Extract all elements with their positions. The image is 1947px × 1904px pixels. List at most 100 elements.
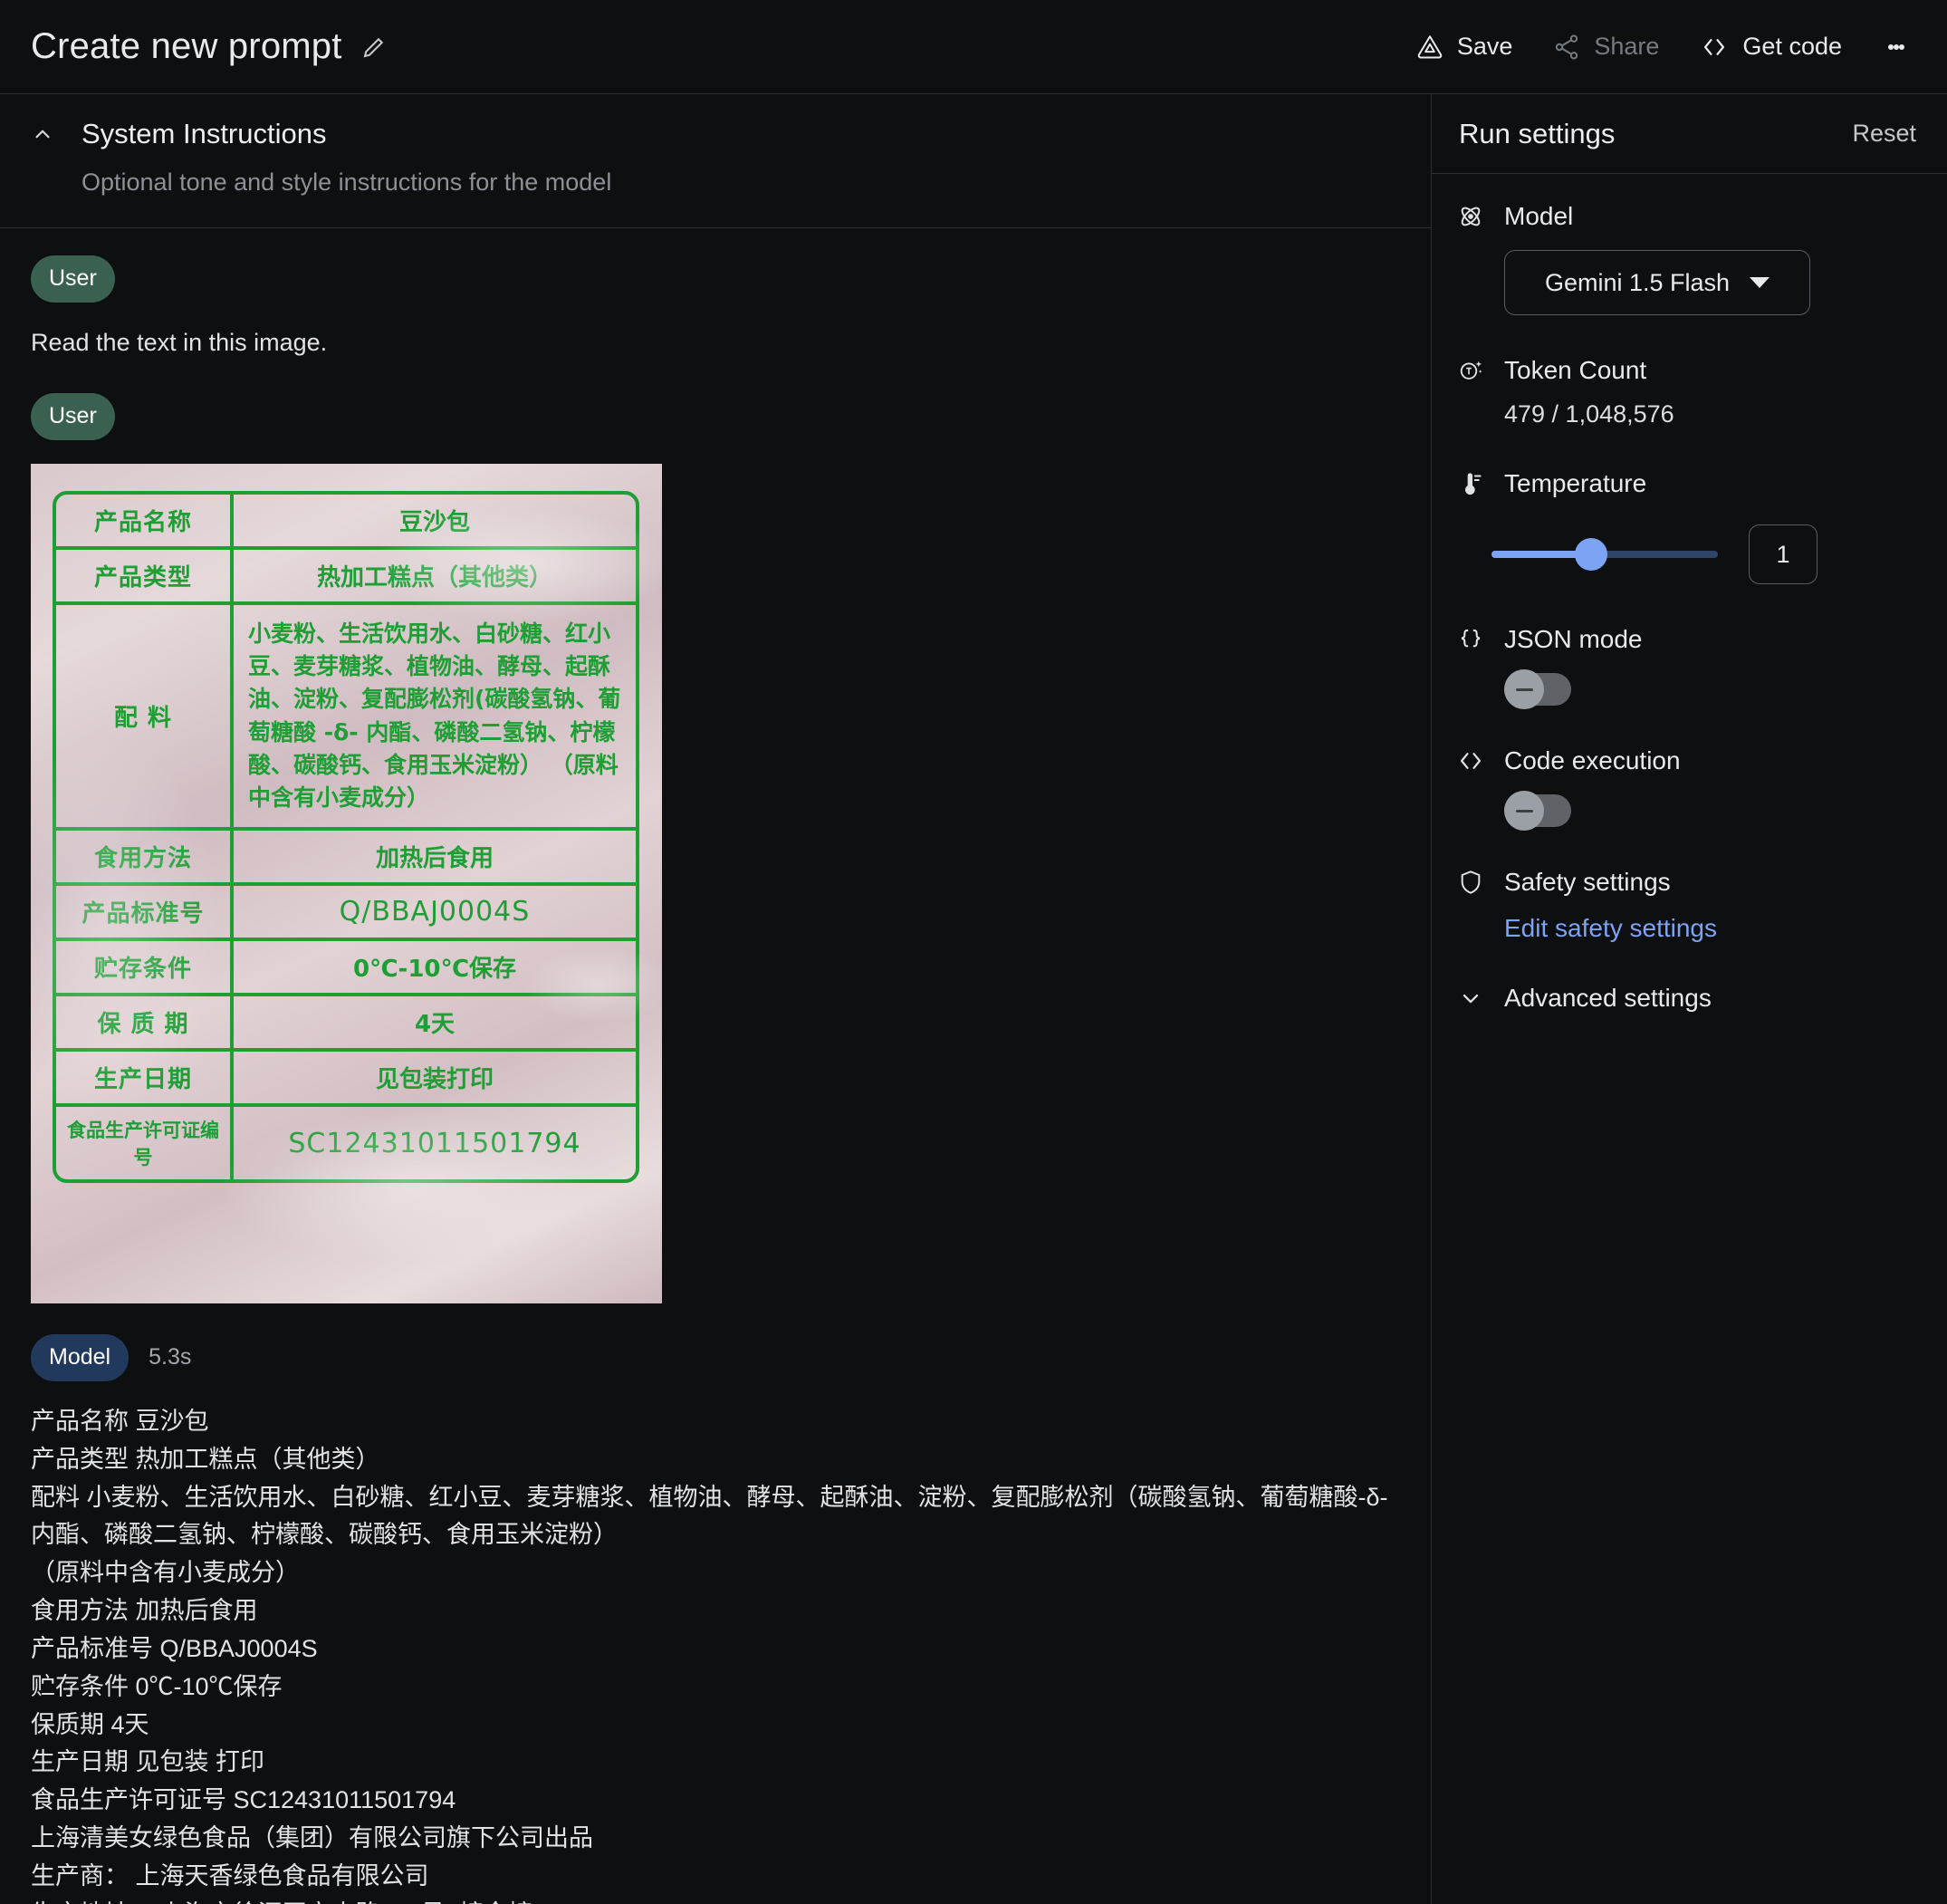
code-brackets-icon — [1455, 745, 1486, 776]
setting-advanced: Advanced settings — [1455, 983, 1916, 1014]
table-row: 配 料 小麦粉、生活饮用水、白砂糖、红小豆、麦芽糖浆、植物油、酵母、起酥油、淀粉… — [56, 604, 636, 832]
system-instructions-header[interactable]: System Instructions — [31, 118, 1400, 150]
code-brackets-icon — [1699, 32, 1730, 63]
temperature-slider[interactable] — [1491, 538, 1718, 571]
run-settings-pane: Run settings Reset Model Gemini 1.5 Flas… — [1432, 94, 1947, 1904]
get-code-label: Get code — [1742, 33, 1842, 60]
role-badge-user: User — [31, 392, 115, 440]
model-selected-value: Gemini 1.5 Flash — [1544, 268, 1731, 296]
setting-token-count: Token Count 479 / 1,048,576 — [1455, 355, 1916, 428]
curly-braces-icon — [1455, 624, 1486, 655]
code-execution-label: Code execution — [1504, 746, 1681, 774]
label-value: Q/BBAJ0004S — [339, 896, 531, 928]
setting-temperature: Temperature 1 — [1455, 468, 1916, 584]
run-settings-header: Run settings Reset — [1432, 94, 1947, 174]
label-key: 产品类型 — [56, 549, 234, 601]
share-label: Share — [1594, 33, 1660, 60]
label-value: 见包装打印 — [375, 1066, 494, 1094]
run-settings-body: Model Gemini 1.5 Flash Token Count 479 /… — [1432, 174, 1947, 1053]
conversation-turns: User Read the text in this image. User 产… — [0, 228, 1431, 1904]
table-row: 食品生产许可证编号 SC12431011501794 — [56, 1107, 636, 1180]
thermometer-icon — [1455, 468, 1486, 499]
label-value: 豆沙包 — [398, 508, 470, 536]
code-execution-toggle[interactable] — [1504, 791, 1571, 831]
turn-user-image: User 产品名称 豆沙包 产品类型 热加工糕点（其他类） 配 料 小麦粉、生活… — [31, 392, 1400, 1303]
edit-safety-settings-link[interactable]: Edit safety settings — [1504, 914, 1916, 943]
save-button[interactable]: Save — [1396, 24, 1533, 71]
token-count-label: Token Count — [1504, 356, 1647, 384]
shield-icon — [1455, 867, 1486, 898]
label-key: 配 料 — [56, 604, 234, 828]
setting-safety: Safety settings Edit safety settings — [1455, 867, 1916, 943]
system-instructions-title: System Instructions — [82, 118, 327, 149]
save-drive-icon — [1415, 33, 1444, 62]
model-select[interactable]: Gemini 1.5 Flash — [1504, 250, 1810, 315]
turn-header: Model 5.3s — [31, 1333, 1400, 1381]
label-value: 热加工糕点（其他类） — [316, 563, 552, 591]
label-key: 产品标准号 — [56, 886, 234, 938]
page-title: Create new prompt — [31, 26, 342, 66]
table-row: 产品标准号 Q/BBAJ0004S — [56, 886, 636, 942]
pencil-icon[interactable] — [360, 34, 388, 61]
table-row: 保 质 期 4天 — [56, 996, 636, 1053]
top-bar: Create new prompt Save Share Get code — [0, 0, 1947, 94]
reset-button[interactable]: Reset — [1852, 120, 1916, 148]
turn-user-text: User Read the text in this image. — [31, 255, 1400, 362]
setting-code-execution: Code execution — [1455, 745, 1916, 831]
label-value: SC12431011501794 — [288, 1127, 581, 1159]
system-instructions-input[interactable]: Optional tone and style instructions for… — [82, 168, 1400, 197]
top-actions: Save Share Get code — [1396, 22, 1922, 72]
model-atom-icon — [1455, 201, 1486, 232]
model-label: Model — [1504, 202, 1574, 230]
table-row: 产品类型 热加工糕点（其他类） — [56, 549, 636, 605]
caret-down-icon — [1750, 277, 1770, 288]
label-key: 贮存条件 — [56, 941, 234, 994]
temperature-label: Temperature — [1504, 469, 1647, 497]
table-row: 食用方法 加热后食用 — [56, 831, 636, 887]
advanced-settings-toggle[interactable]: Advanced settings — [1455, 983, 1916, 1014]
user-prompt-text[interactable]: Read the text in this image. — [31, 324, 1400, 362]
table-row: 生产日期 见包装打印 — [56, 1052, 636, 1108]
chevron-down-icon — [1455, 983, 1486, 1014]
share-icon — [1552, 33, 1581, 62]
toggle-off-glyph — [1515, 809, 1533, 813]
toggle-knob — [1504, 669, 1544, 709]
label-value: 小麦粉、生活饮用水、白砂糖、红小豆、麦芽糖浆、植物油、酵母、起酥油、淀粉、复配膨… — [248, 620, 621, 812]
turn-header: User — [31, 255, 1400, 303]
app-root: Create new prompt Save Share Get code Sy… — [0, 0, 1947, 1904]
main-body: System Instructions Optional tone and st… — [0, 94, 1947, 1904]
label-key: 生产日期 — [56, 1052, 234, 1104]
toggle-knob — [1504, 791, 1544, 831]
system-instructions-section: System Instructions Optional tone and st… — [0, 94, 1431, 228]
json-mode-toggle[interactable] — [1504, 669, 1571, 709]
advanced-settings-label: Advanced settings — [1504, 984, 1712, 1012]
prompt-pane: System Instructions Optional tone and st… — [0, 94, 1432, 1904]
setting-model: Model Gemini 1.5 Flash — [1455, 201, 1916, 315]
label-key: 产品名称 — [56, 494, 234, 546]
temperature-input[interactable]: 1 — [1749, 524, 1818, 584]
token-count-icon — [1455, 355, 1486, 386]
temperature-control: 1 — [1491, 524, 1916, 584]
attached-image-thumbnail[interactable]: 产品名称 豆沙包 产品类型 热加工糕点（其他类） 配 料 小麦粉、生活饮用水、白… — [31, 463, 662, 1303]
label-value: 4天 — [414, 1011, 456, 1039]
setting-json-mode: JSON mode — [1455, 624, 1916, 709]
slider-thumb[interactable] — [1575, 538, 1607, 571]
save-label: Save — [1456, 33, 1513, 60]
response-duration: 5.3s — [149, 1344, 192, 1370]
model-response-text[interactable]: 产品名称 豆沙包 产品类型 热加工糕点（其他类） 配料 小麦粉、生活饮用水、白砂… — [31, 1403, 1400, 1904]
food-label-table: 产品名称 豆沙包 产品类型 热加工糕点（其他类） 配 料 小麦粉、生活饮用水、白… — [53, 490, 639, 1184]
more-vert-icon[interactable] — [1871, 22, 1922, 72]
run-settings-title: Run settings — [1459, 117, 1616, 149]
share-button[interactable]: Share — [1532, 24, 1679, 71]
label-key: 食品生产许可证编号 — [56, 1107, 234, 1180]
role-badge-model: Model — [31, 1333, 129, 1381]
table-row: 贮存条件 0℃-10℃保存 — [56, 941, 636, 997]
table-row: 产品名称 豆沙包 — [56, 494, 636, 550]
get-code-button[interactable]: Get code — [1679, 23, 1862, 72]
chevron-up-icon[interactable] — [31, 122, 54, 146]
label-key: 保 质 期 — [56, 996, 234, 1049]
label-value: 加热后食用 — [375, 845, 494, 873]
json-mode-label: JSON mode — [1504, 625, 1643, 653]
title-group: Create new prompt — [31, 26, 388, 67]
toggle-off-glyph — [1515, 688, 1533, 691]
